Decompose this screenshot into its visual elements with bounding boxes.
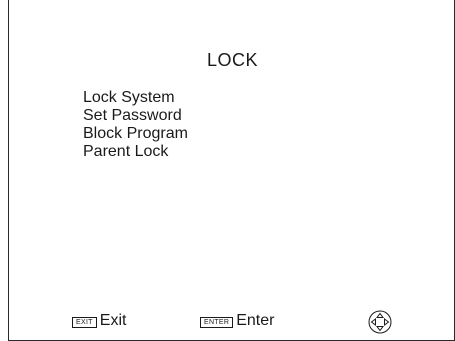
exit-label: Exit: [99, 312, 127, 329]
footer-hints: EXIT Exit ENTER Enter: [0, 310, 455, 334]
enter-hint[interactable]: ENTER Enter: [200, 312, 274, 330]
dpad-icon: [368, 310, 392, 334]
menu-title: LOCK: [206, 50, 259, 70]
enter-label: Enter: [236, 312, 275, 329]
enter-key-icon: ENTER: [200, 316, 234, 328]
menu-list: Lock System Set Password Block Program P…: [83, 89, 188, 161]
exit-hint[interactable]: EXIT Exit: [72, 312, 126, 330]
menu-item-lock-system[interactable]: Lock System: [83, 89, 188, 107]
menu-item-parent-lock[interactable]: Parent Lock: [83, 143, 188, 161]
menu-item-set-password[interactable]: Set Password: [83, 107, 188, 125]
menu-item-block-program[interactable]: Block Program: [83, 125, 188, 143]
exit-key-icon: EXIT: [72, 316, 97, 328]
